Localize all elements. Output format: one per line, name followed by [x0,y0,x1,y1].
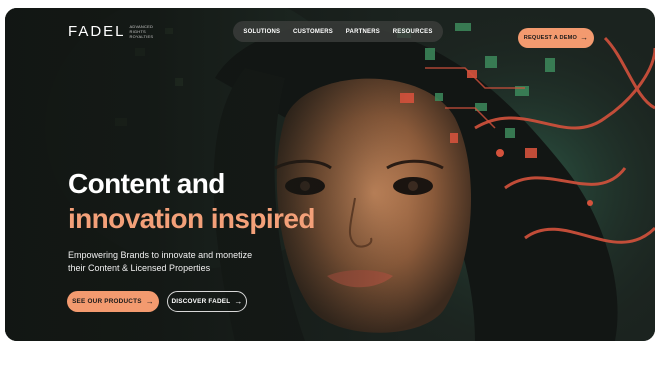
logo-wordmark: FADEL [68,23,126,40]
hero-title-line-2: innovation inspired [68,203,315,234]
request-demo-button[interactable]: REQUEST A DEMO → [518,28,594,48]
request-demo-label: REQUEST A DEMO [523,35,578,41]
hero-subtitle: Empowering Brands to innovate and moneti… [68,249,268,275]
discover-fadel-button[interactable]: DISCOVER FADEL → [167,291,247,312]
nav-item-partners[interactable]: PARTNERS [346,29,380,35]
nav-item-resources[interactable]: RESOURCES [393,29,433,35]
logo-tagline: ADVANCED RIGHTS ROYALTIES [129,24,154,39]
hero-title-line-1: Content and [68,168,225,199]
main-nav: SOLUTIONS CUSTOMERS PARTNERS RESOURCES [233,21,443,42]
hero-subtitle-line-1: Empowering Brands to innovate and moneti… [68,250,253,260]
arrow-right-icon: → [580,33,589,42]
arrow-right-icon: → [234,296,243,306]
see-our-products-label: SEE OUR PRODUCTS [72,298,142,305]
arrow-right-icon: → [145,296,154,306]
nav-item-solutions[interactable]: SOLUTIONS [243,29,280,35]
hero-section: FADEL ADVANCED RIGHTS ROYALTIES SOLUTION… [5,8,655,341]
nav-item-customers[interactable]: CUSTOMERS [293,29,333,35]
fadel-logo[interactable]: FADEL ADVANCED RIGHTS ROYALTIES [68,23,153,40]
discover-fadel-label: DISCOVER FADEL [171,298,231,305]
see-our-products-button[interactable]: SEE OUR PRODUCTS → [67,291,159,312]
hero-subtitle-line-2: their Content & Licensed Properties [68,263,211,273]
